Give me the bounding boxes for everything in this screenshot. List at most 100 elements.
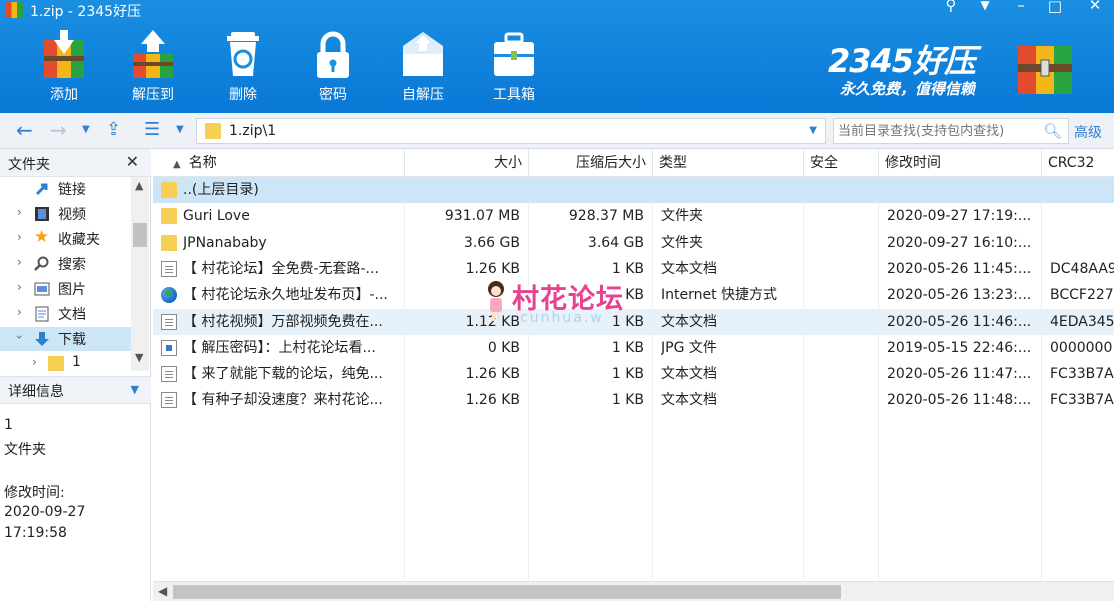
path-text: 1.zip\1 [229,123,277,139]
tree-item-favorites[interactable]: › ★ 收藏夹 [0,227,131,251]
search-input[interactable] [834,119,1034,143]
file-row[interactable]: ..(上层目录) [153,177,1114,203]
chevron-down-icon[interactable]: ▼ [131,383,139,396]
cell-size: 0 KB [487,339,520,356]
file-row[interactable]: 【 解压密码】：上村花论坛看... 0 KB 1 KB JPG 文件 2019-05-1… [153,335,1114,361]
close-icon[interactable]: ✕ [1082,0,1108,14]
delete-button[interactable]: 删除 [207,24,279,106]
tree-item-documents[interactable]: › 文档 [0,302,131,326]
scroll-up-icon[interactable]: ▲ [135,179,143,192]
advanced-search-link[interactable]: 高级 [1074,122,1102,142]
back-arrow-icon[interactable]: ← [16,119,33,141]
add-button[interactable]: 添加 [28,24,100,106]
folder-panel: 文件夹 ✕ 链接 › 视频 › ★ 收藏夹 › 搜索 › 图片 › 文档 › 下… [0,149,151,601]
tree-item-downloads[interactable]: › 下载 [0,327,131,351]
expand-arrow-icon[interactable]: › [32,355,37,369]
sort-ascending-icon: ▲ [173,159,181,170]
pin-icon[interactable]: ⚲ [938,0,964,14]
file-row[interactable]: 【 来了就能下载的论坛，纯免... 1.26 KB 1 KB 文本文档 2020-05-… [153,361,1114,387]
tree-item-links[interactable]: 链接 [0,177,131,201]
cell-modified: 2020-05-26 11:48:... [887,392,1032,409]
view-dropdown-icon[interactable]: ▼ [176,119,184,141]
details-header[interactable]: 详细信息 ▼ [0,376,151,404]
column-type[interactable]: 类型 [653,149,804,177]
text-file-icon [161,260,177,277]
file-row[interactable]: 【 村花论坛永久地址发布页】-... KB Internet 快捷方式 2020-05… [153,282,1114,308]
add-archive-icon [44,30,84,78]
tree-item-folder-1[interactable]: › 1 [0,352,131,371]
text-file-icon [161,392,177,409]
cell-packed: 1 KB [611,392,644,409]
folder-icon [161,208,177,225]
cell-type: JPG 文件 [661,339,717,356]
self-extract-icon [403,32,443,76]
column-name[interactable]: ▲ 名称 [153,149,405,177]
file-row[interactable]: JPNanababy 3.66 GB 3.64 GB 文件夹 2020-09-27 16… [153,230,1114,256]
expand-arrow-icon[interactable]: › [17,305,22,319]
column-size[interactable]: 大小 [405,149,529,177]
view-list-icon[interactable]: ☰ [144,119,160,141]
file-row[interactable]: 【 有种子却没速度？来村花论... 1.26 KB 1 KB 文本文档 2020-05-… [153,387,1114,413]
cell-crc [1050,230,1114,256]
expand-arrow-icon[interactable]: › [17,230,22,244]
lock-icon [317,31,349,78]
tree-item-videos[interactable]: › 视频 [0,202,131,226]
forward-arrow-icon[interactable]: → [50,119,67,141]
path-field[interactable]: 1.zip\1 ▼ [196,118,826,144]
extract-to-button[interactable]: 解压到 [117,24,189,106]
minimize-icon[interactable]: – [1008,0,1034,14]
password-button[interactable]: 密码 [297,24,369,106]
tree-item-label: 图片 [58,282,86,298]
tree-item-pictures[interactable]: › 图片 [0,277,131,301]
cell-security [811,282,871,308]
file-row[interactable]: Guri Love 931.07 MB 928.37 MB 文件夹 2020-09-27… [153,203,1114,229]
cell-security [811,387,871,413]
cell-packed [529,177,644,203]
column-packed-size[interactable]: 压缩后大小 [529,149,653,177]
column-crc32[interactable]: CRC32 [1042,149,1114,177]
scroll-thumb[interactable] [173,585,841,599]
horizontal-scrollbar[interactable]: ◀ [153,581,1114,601]
image-icon [34,282,50,296]
menu-icon[interactable]: ▼ [972,0,998,12]
document-icon [35,306,49,322]
cell-packed: 3.64 GB [587,234,644,251]
text-file-icon [161,313,177,330]
cell-name: 【 村花论坛永久地址发布页】-... [183,287,388,304]
cartoon-girl-icon [488,281,504,321]
cell-security [811,177,871,203]
tree-item-search[interactable]: › 搜索 [0,252,131,276]
expand-arrow-icon[interactable]: › [17,280,22,294]
column-modified[interactable]: 修改时间 [879,149,1042,177]
search-icon[interactable]: 🔍︎ [1043,122,1062,140]
cell-type: 文本文档 [661,392,717,409]
scroll-down-icon[interactable]: ▼ [135,351,143,364]
path-dropdown-icon[interactable]: ▼ [809,125,817,136]
tree-item-label: 搜索 [58,257,86,273]
collapse-arrow-icon[interactable]: › [12,335,26,340]
tree-scrollbar[interactable]: ▲ ▼ [131,177,149,371]
search-box: 🔍︎ [833,118,1069,144]
file-list: ▲ 名称 大小 压缩后大小 类型 安全 修改时间 CRC32 ..(上层目录) Gu… [153,149,1114,601]
up-folder-icon[interactable]: ⇪ [106,119,121,141]
folder-icon [205,123,221,139]
close-panel-icon[interactable]: ✕ [126,152,139,171]
detail-type: 文件夹 [4,442,46,458]
detail-modified-time: 17:19:58 [4,525,67,541]
scroll-left-icon[interactable]: ◀ [158,584,167,598]
column-name-label: 名称 [188,155,217,171]
history-dropdown-icon[interactable]: ▼ [82,119,90,141]
toolbox-button[interactable]: 工具箱 [478,24,550,106]
file-row[interactable]: 【 村花论坛】全免费-无套路-... 1.26 KB 1 KB 文本文档 2020-05… [153,256,1114,282]
detail-name: 1 [4,417,13,433]
folder-panel-title: 文件夹 [8,157,50,173]
self-extract-button[interactable]: 自解压 [387,24,459,106]
expand-arrow-icon[interactable]: › [17,205,22,219]
column-security[interactable]: 安全 [804,149,879,177]
scroll-thumb[interactable] [133,223,147,247]
file-row[interactable]: 【 村花视频】万部视频免费在... 1.12 KB 1 KB 文本文档 2020-05-… [153,308,1114,335]
expand-arrow-icon[interactable]: › [17,255,22,269]
maximize-icon[interactable]: □ [1042,0,1068,15]
tree-item-label: 下载 [58,332,86,348]
cell-security [811,203,871,229]
